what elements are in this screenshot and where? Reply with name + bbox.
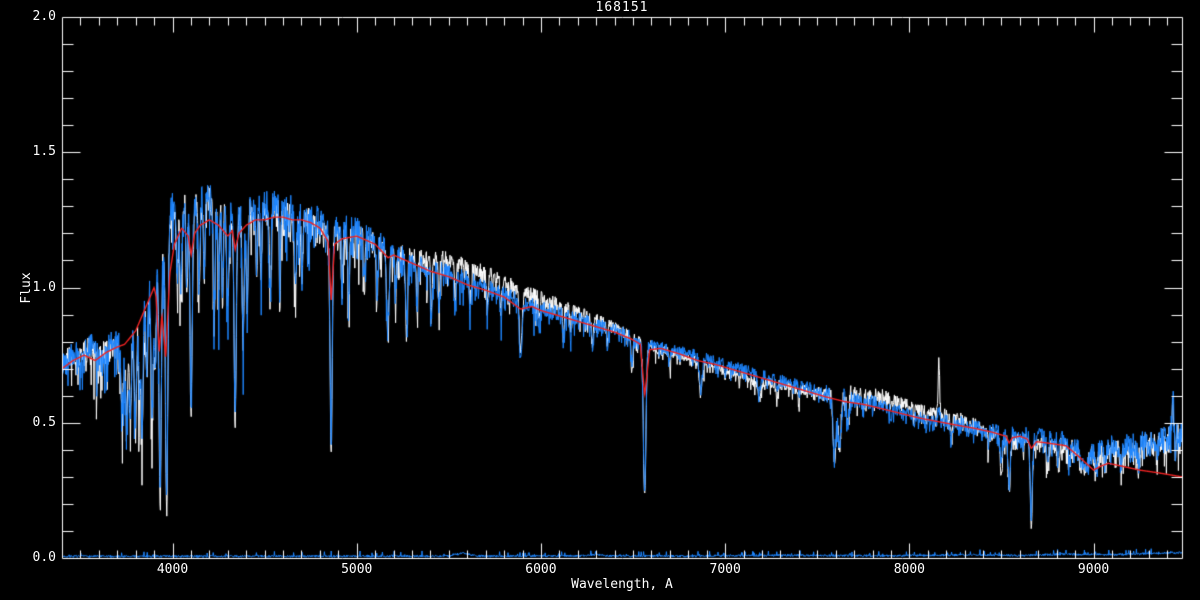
x-tick-label: 5000 [341,562,373,577]
y-tick-label: 1.5 [32,144,56,160]
y-tick-label: 0.0 [32,550,56,565]
spectrum-plot-canvas [0,0,1200,600]
y-tick-label: 1.0 [32,279,56,295]
x-tick-label: 4000 [156,562,189,577]
y-tick-label: 2.0 [32,9,56,24]
x-tick-label: 7000 [709,562,741,577]
x-tick-label: 6000 [525,562,557,577]
x-tick-label: 8000 [893,562,926,577]
x-tick-label: 9000 [1077,562,1110,577]
y-tick-label: 0.5 [32,414,56,430]
plot-title: 168151 [595,0,649,15]
x-axis-label: Wavelength, A [571,577,673,592]
spectrum-figure: 168151 Flux Wavelength, A 4000 5000 6000 70… [0,0,1200,600]
